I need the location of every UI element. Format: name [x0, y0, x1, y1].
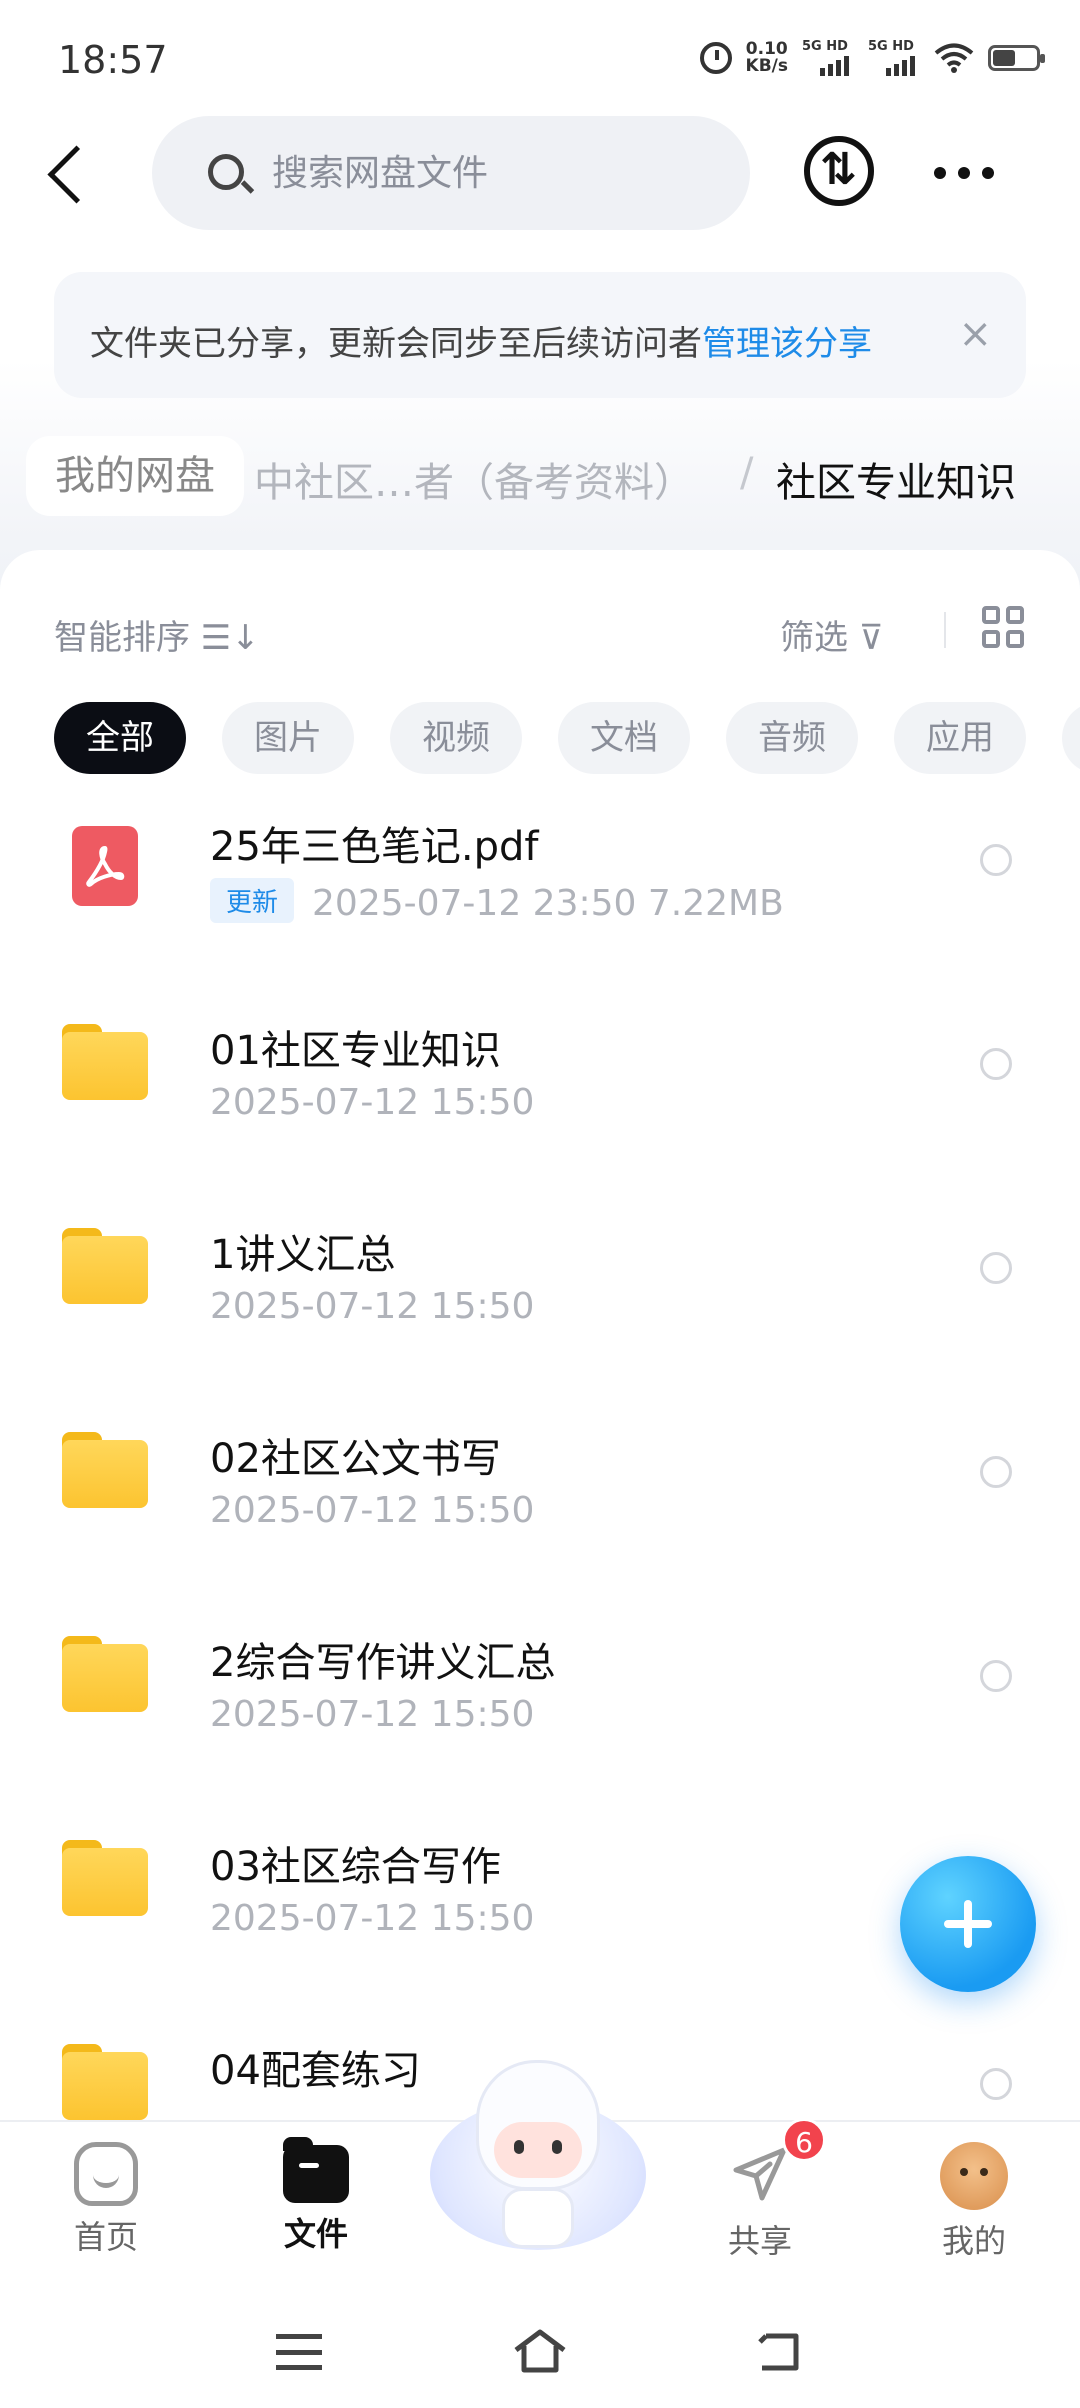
select-checkbox[interactable] [980, 1456, 1012, 1488]
tab-overflow-edge [1062, 702, 1080, 774]
folder-icon [62, 2044, 148, 2120]
nav-me-label: 我的 [941, 2222, 1006, 2260]
transfer-sync-icon[interactable] [804, 136, 874, 206]
list-item[interactable]: 25年三色笔记.pdf 更新 2025-07-12 23:50 7.22MB [0, 786, 1080, 990]
list-item[interactable]: 2综合写作讲义汇总 2025-07-12 15:50 [0, 1602, 1080, 1806]
search-input[interactable] [272, 142, 712, 204]
network-speed: 0.10 KB/s [746, 41, 788, 75]
folder-icon [62, 1228, 148, 1304]
nav-share-label: 共享 [727, 2222, 792, 2260]
list-item[interactable]: 01社区专业知识 2025-07-12 15:50 [0, 990, 1080, 1194]
speed-unit: KB/s [745, 56, 788, 76]
folder-icon [62, 1636, 148, 1712]
back-arrow-icon[interactable] [756, 2330, 804, 2374]
status-bar: 18:57 0.10 KB/s 5G HD 5G HD [0, 0, 1080, 120]
folder-name: 1讲义汇总 [210, 1232, 396, 1278]
file-panel: 智能排序 ☰↓ 筛选 ⊽ 全部 图片 视频 文档 音频 应用 25年三色笔记.p… [0, 550, 1080, 2250]
close-icon[interactable]: × [958, 314, 992, 354]
folder-meta: 2025-07-12 15:50 [210, 1082, 535, 1123]
folder-icon [62, 1432, 148, 1508]
manage-share-link[interactable]: 管理该分享 [702, 324, 872, 364]
sim1-label: 5G HD [802, 39, 848, 54]
filter-button[interactable]: 筛选 ⊽ [780, 610, 884, 659]
wifi-icon [934, 43, 974, 73]
search-bar[interactable] [152, 116, 750, 230]
nav-home-label: 首页 [73, 2218, 138, 2256]
sim2-label: 5G HD [868, 39, 914, 54]
nav-home[interactable]: 首页 [36, 2142, 176, 2258]
select-checkbox[interactable] [980, 1660, 1012, 1692]
smart-sort-button[interactable]: 智能排序 ☰↓ [54, 610, 260, 659]
updated-badge: 更新 [210, 878, 295, 923]
breadcrumb: 我的网盘 中社区…者（备考资料） / 社区专业知识 [0, 430, 1080, 530]
select-checkbox[interactable] [980, 2068, 1012, 2100]
select-checkbox[interactable] [980, 844, 1012, 876]
select-checkbox[interactable] [980, 1048, 1012, 1080]
folder-name: 2综合写作讲义汇总 [210, 1640, 556, 1686]
clock: 18:57 [58, 38, 168, 82]
share-notice-banner: 文件夹已分享，更新会同步至后续访问者管理该分享 × [54, 272, 1026, 398]
assistant-mascot[interactable] [430, 2060, 646, 2270]
folder-icon [283, 2137, 349, 2203]
status-icons: 0.10 KB/s 5G HD 5G HD [699, 40, 1045, 76]
folder-meta: 2025-07-12 15:50 [210, 1694, 535, 1735]
folder-meta: 2025-07-12 15:50 [210, 1490, 535, 1531]
menu-icon[interactable] [276, 2334, 322, 2370]
folder-meta: 2025-07-12 15:50 [210, 1898, 535, 1939]
battery-icon [988, 45, 1045, 71]
tab-audio[interactable]: 音频 [726, 702, 858, 774]
breadcrumb-root[interactable]: 我的网盘 [26, 436, 244, 516]
breadcrumb-current: 社区专业知识 [776, 460, 1016, 506]
folder-icon [62, 1024, 148, 1100]
nav-me[interactable]: 我的 [904, 2142, 1044, 2262]
category-tabs: 全部 图片 视频 文档 音频 应用 [54, 702, 1026, 774]
breadcrumb-separator: / [740, 450, 754, 496]
search-icon [208, 154, 244, 190]
folder-name: 03社区综合写作 [210, 1844, 501, 1890]
more-options-icon[interactable] [934, 158, 994, 188]
breadcrumb-parent[interactable]: 中社区…者（备考资料） [254, 450, 694, 508]
share-badge: 6 [782, 2118, 826, 2162]
divider [944, 612, 946, 648]
paper-plane-icon [733, 2147, 787, 2201]
back-button[interactable] [42, 140, 102, 210]
tab-all[interactable]: 全部 [54, 702, 186, 774]
folder-name: 02社区公文书写 [210, 1436, 501, 1482]
file-name: 25年三色笔记.pdf [210, 824, 539, 870]
select-checkbox[interactable] [980, 1252, 1012, 1284]
home-outline-icon[interactable] [512, 2328, 568, 2374]
signal-sim1-icon: 5G HD [802, 40, 854, 76]
alarm-icon [699, 42, 732, 74]
tab-videos[interactable]: 视频 [390, 702, 522, 774]
notice-text: 文件夹已分享，更新会同步至后续访问者 [90, 324, 702, 364]
signal-sim2-icon: 5G HD [868, 40, 920, 76]
folder-icon [62, 1840, 148, 1916]
tab-documents[interactable]: 文档 [558, 702, 690, 774]
home-icon [74, 2142, 138, 2206]
avatar [940, 2142, 1008, 2210]
grid-view-icon[interactable] [982, 606, 1024, 648]
folder-meta: 2025-07-12 15:50 [210, 1286, 535, 1327]
list-item[interactable]: 1讲义汇总 2025-07-12 15:50 [0, 1194, 1080, 1398]
folder-name: 04配套练习 [210, 2048, 421, 2094]
tab-apps[interactable]: 应用 [894, 702, 1026, 774]
file-meta: 2025-07-12 23:50 7.22MB [312, 883, 784, 924]
folder-name: 01社区专业知识 [210, 1028, 501, 1074]
list-item[interactable]: 02社区公文书写 2025-07-12 15:50 [0, 1398, 1080, 1602]
tab-images[interactable]: 图片 [222, 702, 354, 774]
system-navigation [0, 2300, 1080, 2408]
nav-files[interactable]: 文件 [246, 2137, 386, 2255]
nav-files-label: 文件 [283, 2215, 348, 2253]
pdf-file-icon [72, 826, 138, 906]
add-button[interactable] [900, 1856, 1036, 1992]
